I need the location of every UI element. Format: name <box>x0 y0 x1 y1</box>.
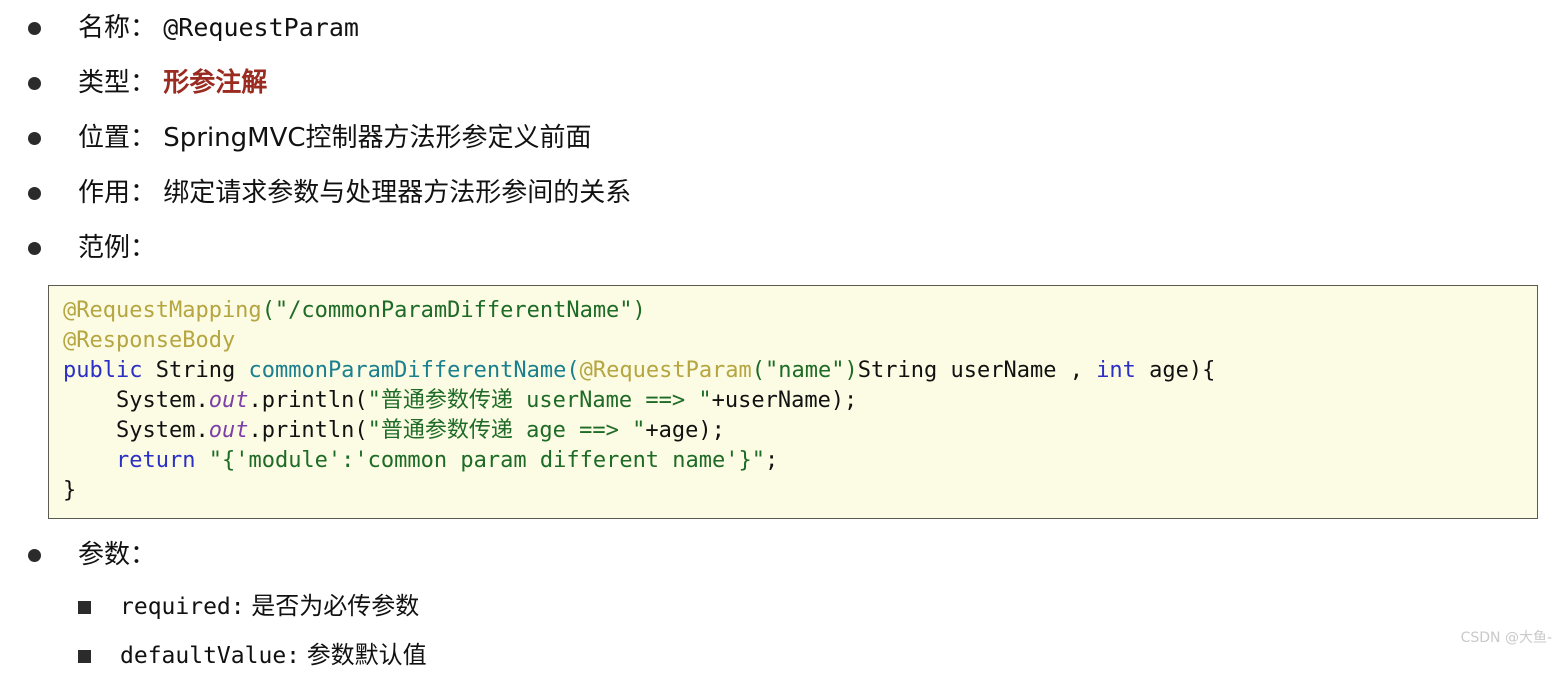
code-token: ("name") <box>751 358 858 383</box>
bullet-dot-icon <box>28 131 41 145</box>
code-token: String userName , <box>857 358 1097 383</box>
param-description: 是否为必传参数 <box>251 592 420 620</box>
list-item-required: required: 是否为必传参数 <box>0 582 1566 631</box>
bullet-square-icon <box>78 600 91 614</box>
list-item-label: 名称： <box>78 13 157 43</box>
code-token: @RequestMapping <box>63 298 262 323</box>
bullet-dot-icon <box>28 21 41 35</box>
list-item-example: 范例： <box>0 220 1566 275</box>
code-content: @RequestMapping("/commonParamDifferentNa… <box>63 296 1523 506</box>
code-token: int <box>1096 358 1136 383</box>
annotation-description-list: 名称： @RequestParam 类型： 形参注解 位置： SpringMVC… <box>0 0 1566 275</box>
code-token: ("/commonParamDifferentName") <box>261 298 646 323</box>
list-item-label: 范例： <box>78 233 157 263</box>
code-token: out <box>208 388 249 413</box>
list-item-purpose: 作用： 绑定请求参数与处理器方法形参间的关系 <box>0 165 1566 220</box>
document-body: 名称： @RequestParam 类型： 形参注解 位置： SpringMVC… <box>0 0 1566 680</box>
list-item-value-emphasis: 形参注解 <box>163 68 268 98</box>
code-token: .println( <box>248 418 368 443</box>
list-item-label: 作用： <box>78 178 157 208</box>
code-token: } <box>63 478 77 503</box>
list-item-name: 名称： @RequestParam <box>0 0 1566 55</box>
code-token: age){ <box>1135 358 1216 383</box>
list-item-type: 类型： 形参注解 <box>0 55 1566 110</box>
code-token: return <box>115 448 196 473</box>
list-item-value: SpringMVC控制器方法形参定义前面 <box>163 123 592 153</box>
list-item-label: 位置： <box>78 123 157 153</box>
list-item-params: 参数： <box>0 527 1566 582</box>
code-token: +userName); <box>711 388 858 413</box>
code-token: "普通参数传递 userName ==> " <box>367 388 712 413</box>
bullet-square-icon <box>78 649 91 663</box>
list-item-value: 绑定请求参数与处理器方法形参间的关系 <box>163 178 632 208</box>
bullet-dot-icon <box>28 241 41 255</box>
code-token: "{'module':'common param different name'… <box>208 448 766 473</box>
list-item-position: 位置： SpringMVC控制器方法形参定义前面 <box>0 110 1566 165</box>
code-block[interactable]: @RequestMapping("/commonParamDifferentNa… <box>48 285 1538 519</box>
bullet-dot-icon <box>28 186 41 200</box>
code-token: +age); <box>645 418 725 443</box>
watermark: CSDN @大鱼- <box>1460 630 1552 646</box>
code-token: .println( <box>248 388 368 413</box>
params-list: 参数： <box>0 527 1566 582</box>
param-key: defaultValue: <box>120 643 301 669</box>
code-token: "普通参数传递 age ==> " <box>367 418 646 443</box>
code-token: System. <box>63 418 209 443</box>
code-token: System. <box>63 388 209 413</box>
code-token: public <box>63 358 143 383</box>
list-item-value: @RequestParam <box>163 13 359 42</box>
code-token: @ResponseBody <box>63 328 236 353</box>
list-item-defaultvalue: defaultValue: 参数默认值 <box>0 631 1566 680</box>
code-token: ( <box>566 358 580 383</box>
code-token: commonParamDifferentName <box>248 358 567 383</box>
code-token: String <box>155 358 236 383</box>
bullet-dot-icon <box>28 548 41 562</box>
code-token: out <box>208 418 249 443</box>
param-key: required: <box>120 594 245 620</box>
list-item-label: 类型： <box>78 68 157 98</box>
bullet-dot-icon <box>28 76 41 90</box>
param-description: 参数默认值 <box>306 641 427 669</box>
params-sublist: required: 是否为必传参数 defaultValue: 参数默认值 <box>0 582 1566 680</box>
code-token: @RequestParam <box>579 358 752 383</box>
params-heading: 参数： <box>78 540 157 570</box>
code-token: ; <box>765 448 779 473</box>
